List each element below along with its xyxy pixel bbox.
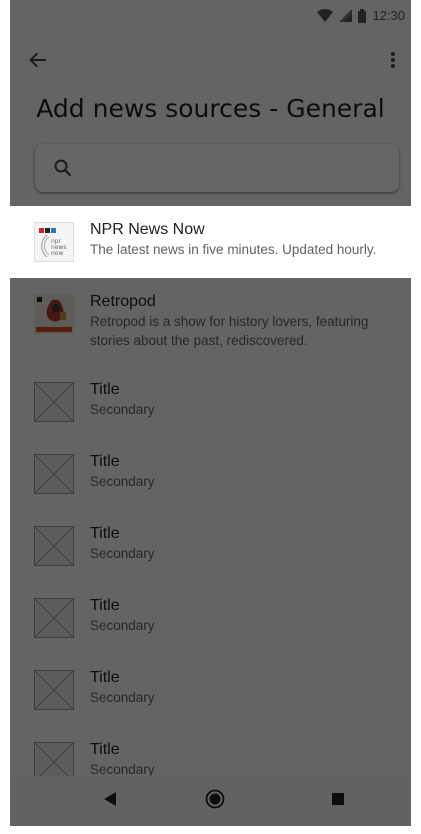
nav-home-button[interactable] xyxy=(203,789,227,813)
item-subtitle: The latest news in five minutes. Updated… xyxy=(90,242,377,257)
item-subtitle: Secondary xyxy=(90,474,155,489)
nav-home-icon xyxy=(205,789,225,814)
item-subtitle: Retropod is a show for history lovers, f… xyxy=(90,314,369,348)
item-subtitle: Secondary xyxy=(90,618,155,633)
more-options-button[interactable] xyxy=(379,48,407,76)
item-title: Title xyxy=(90,381,120,398)
item-title: NPR News Now xyxy=(90,221,205,238)
more-vert-icon xyxy=(390,51,396,74)
phone-screen: 12:30 Add news sources - General npr new… xyxy=(10,0,411,826)
item-title: Retropod xyxy=(90,293,156,310)
news-source-list: npr news now NPR News Now The latest new… xyxy=(10,206,411,798)
search-icon xyxy=(53,158,73,178)
list-item[interactable]: Title Secondary xyxy=(10,582,411,654)
svg-text:now: now xyxy=(51,250,63,257)
status-icons: 12:30 xyxy=(317,8,405,23)
item-title: Title xyxy=(90,741,120,758)
nav-recents-button[interactable] xyxy=(326,789,350,813)
item-title: Title xyxy=(90,597,120,614)
wifi-icon xyxy=(317,9,334,22)
image-placeholder-icon xyxy=(34,454,74,494)
status-time: 12:30 xyxy=(372,8,405,23)
navigation-bar xyxy=(10,776,411,826)
item-title: Title xyxy=(90,525,120,542)
battery-icon xyxy=(358,8,367,23)
list-item[interactable]: Title Secondary xyxy=(10,654,411,726)
page-title: Add news sources - General xyxy=(36,94,385,123)
search-box[interactable] xyxy=(35,144,399,192)
app-bar xyxy=(10,32,411,88)
arrow-back-icon xyxy=(29,51,47,74)
image-placeholder-icon xyxy=(34,382,74,422)
item-subtitle: Secondary xyxy=(90,690,155,705)
item-subtitle: Secondary xyxy=(90,546,155,561)
image-placeholder-icon xyxy=(34,526,74,566)
nav-back-button[interactable] xyxy=(98,789,122,813)
npr-news-now-logo: npr news now xyxy=(34,222,74,262)
image-placeholder-icon xyxy=(34,598,74,638)
list-item[interactable]: Title Secondary xyxy=(10,366,411,438)
list-item-retropod[interactable]: Retropod Retropod is a show for history … xyxy=(10,278,411,366)
list-item[interactable]: Title Secondary xyxy=(10,510,411,582)
back-button[interactable] xyxy=(24,48,52,76)
retropod-logo xyxy=(34,294,74,334)
nav-recents-icon xyxy=(331,792,345,811)
image-placeholder-icon xyxy=(34,670,74,710)
signal-icon xyxy=(339,9,353,22)
list-item-npr-news-now[interactable]: npr news now NPR News Now The latest new… xyxy=(10,206,411,278)
search-input[interactable] xyxy=(85,154,389,184)
item-subtitle: Secondary xyxy=(90,402,155,417)
list-item[interactable]: Title Secondary xyxy=(10,438,411,510)
item-title: Title xyxy=(90,669,120,686)
item-title: Title xyxy=(90,453,120,470)
nav-back-icon xyxy=(103,791,117,812)
status-bar: 12:30 xyxy=(10,0,411,32)
